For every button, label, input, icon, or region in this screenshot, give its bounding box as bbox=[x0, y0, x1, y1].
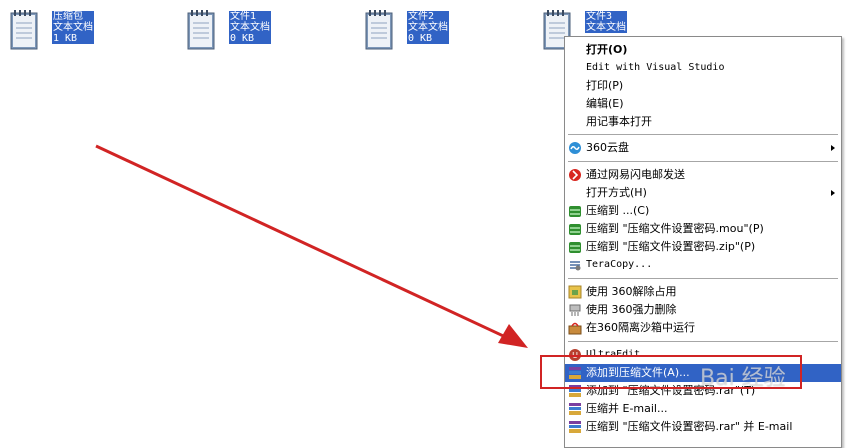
baidu-watermark: Bai 经验 bbox=[700, 366, 786, 391]
